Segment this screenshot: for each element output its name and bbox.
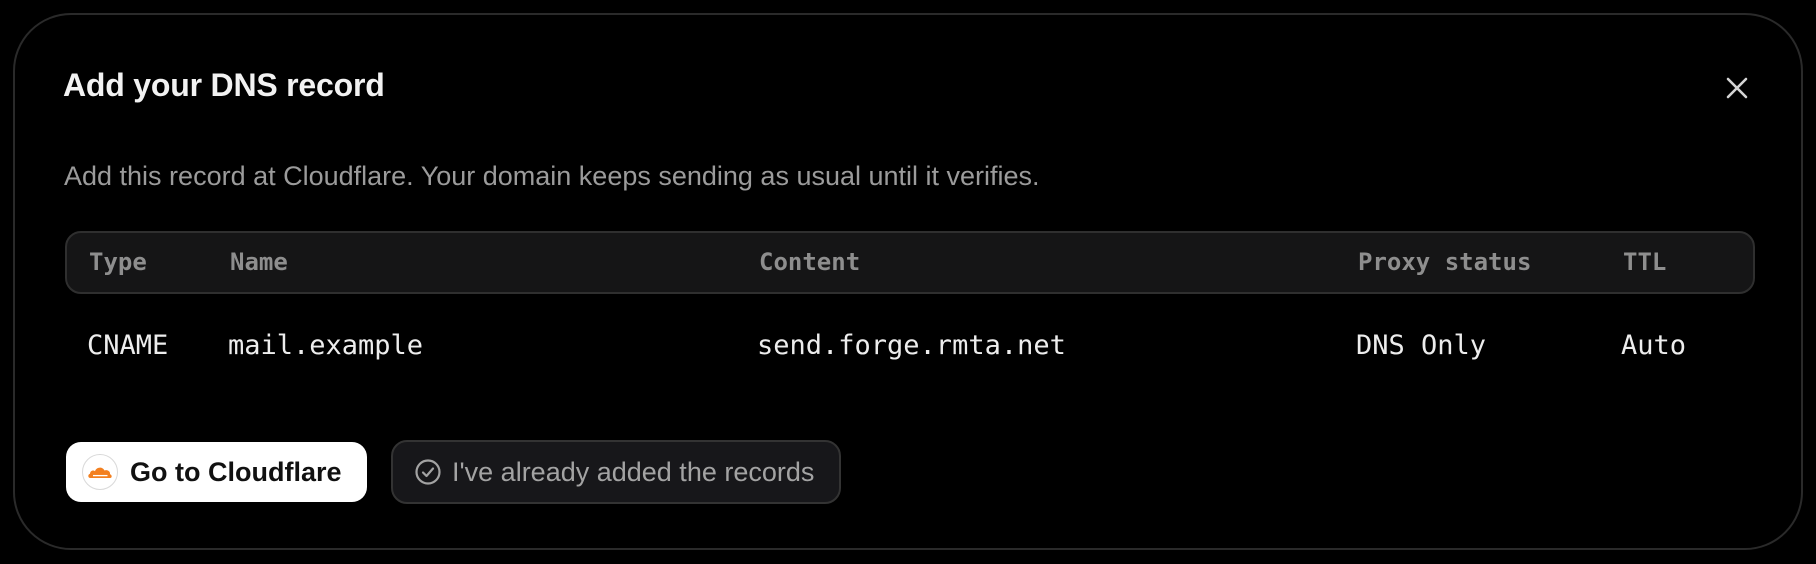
close-icon	[1726, 77, 1748, 99]
record-type-value[interactable]: CNAME	[87, 330, 168, 361]
record-content-value[interactable]: send.forge.rmta.net	[757, 330, 1066, 361]
column-header-content: Content	[759, 248, 861, 276]
check-circle-icon	[415, 459, 441, 485]
go-to-cloudflare-label: Go to Cloudflare	[130, 456, 342, 487]
already-added-records-button[interactable]: I've already added the records	[391, 440, 842, 504]
dialog-description: Add this record at Cloudflare. Your doma…	[64, 161, 1040, 191]
column-header-name: Name	[230, 248, 288, 276]
dns-table-header: Type Name Content Proxy status TTL	[65, 231, 1755, 294]
go-to-cloudflare-button[interactable]: Go to Cloudflare	[66, 442, 367, 502]
record-ttl-value: Auto	[1621, 330, 1687, 361]
dns-record-dialog: Add your DNS record Add this record at C…	[13, 13, 1803, 550]
record-name-value[interactable]: mail.example	[228, 330, 423, 361]
cloudflare-logo-icon	[82, 454, 118, 490]
already-added-records-label: I've already added the records	[452, 456, 815, 487]
close-button[interactable]	[1717, 68, 1757, 108]
dialog-title: Add your DNS record	[63, 67, 385, 103]
column-header-ttl: TTL	[1623, 248, 1667, 276]
column-header-type: Type	[89, 248, 147, 276]
table-row: CNAME mail.example send.forge.rmta.net D…	[65, 315, 1755, 385]
column-header-proxy-status: Proxy status	[1358, 248, 1532, 276]
record-proxy-status-value: DNS Only	[1356, 330, 1487, 361]
